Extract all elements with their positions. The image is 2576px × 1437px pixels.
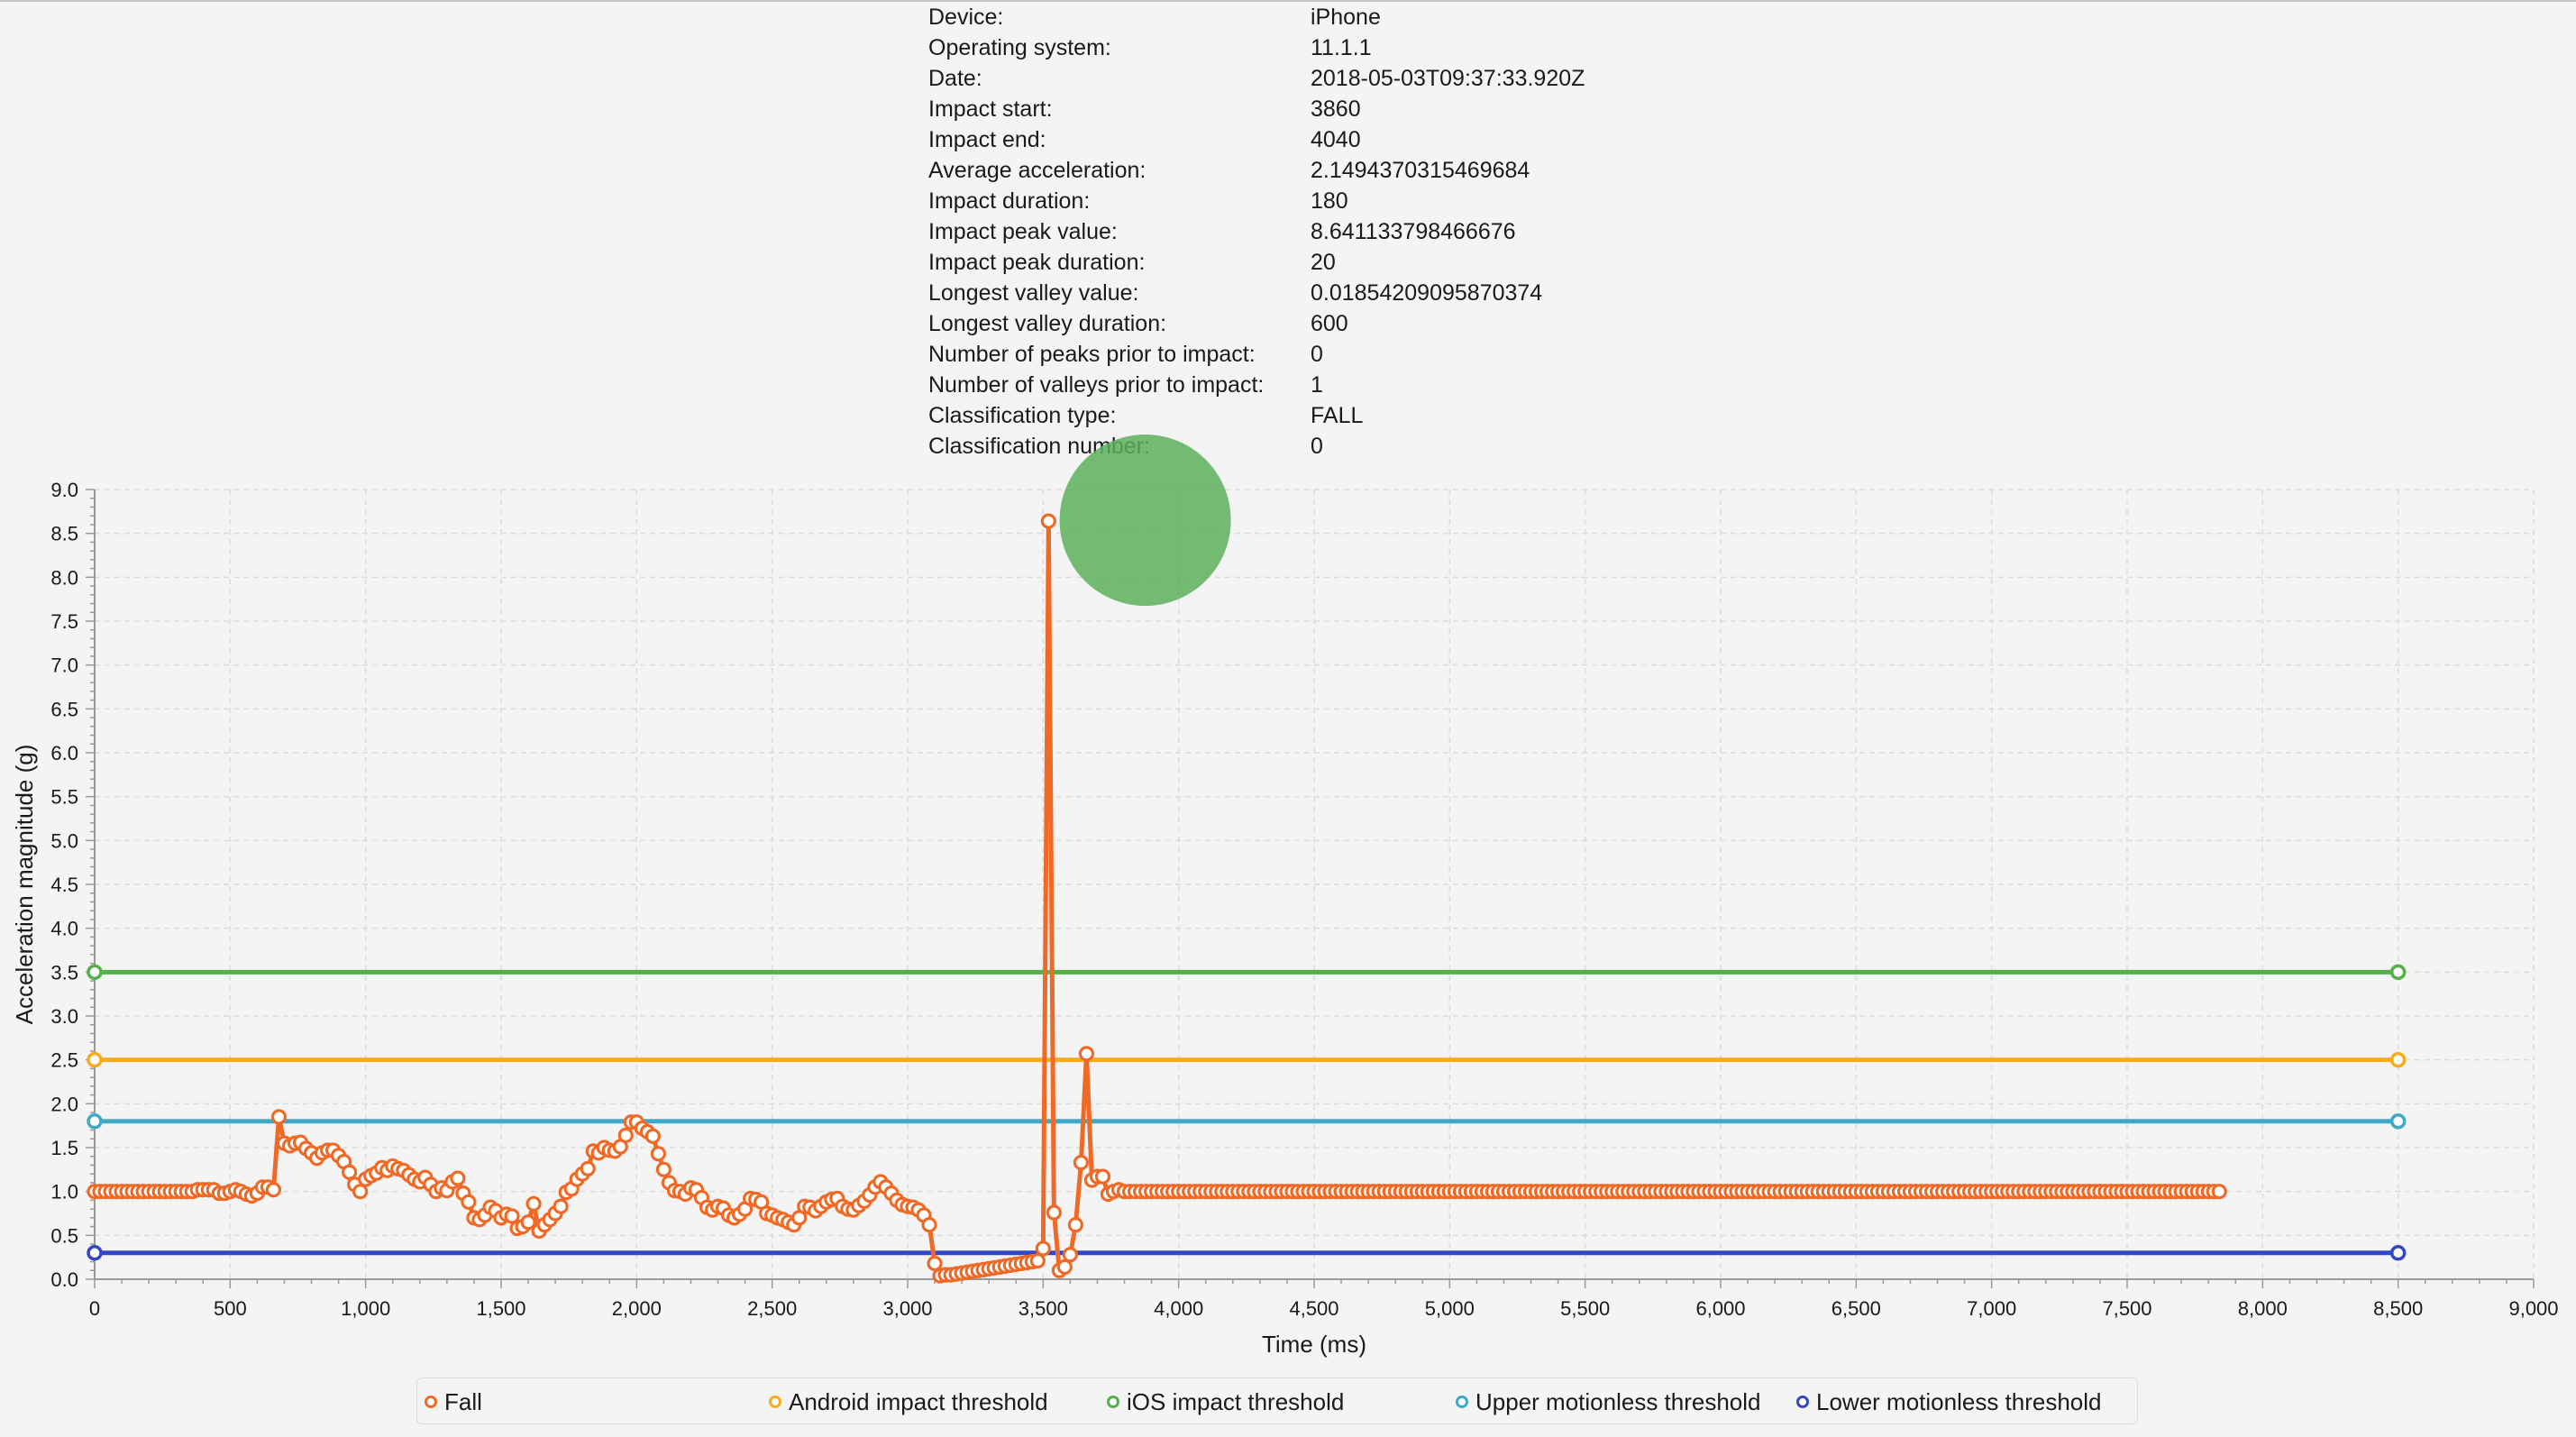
fall-data-point: [1040, 513, 1056, 529]
acceleration-chart: 0 500 1,000 1,500 2,000 2,500 3,000 3,500 4,000 4…: [11, 435, 2559, 1358]
threshold-point: [87, 1113, 103, 1130]
x-tick-label: 8,500: [2373, 1297, 2423, 1320]
fall-data-point: [1046, 1204, 1062, 1221]
threshold-point: [2389, 1051, 2407, 1068]
y-tick-label: 6.5: [50, 698, 78, 720]
legend-label: Android impact threshold: [789, 1387, 1048, 1415]
fall-data-point: [650, 1146, 666, 1162]
y-tick-label: 3.5: [50, 961, 78, 984]
y-tick-label: 7.0: [50, 654, 78, 677]
x-tick-label: 6,500: [1832, 1297, 1881, 1320]
x-tick-label: 1,500: [476, 1297, 525, 1320]
impact-peak-highlight: [1059, 435, 1231, 607]
x-tick-label: 9,000: [2508, 1297, 2558, 1320]
x-tick-label: 0: [89, 1297, 100, 1320]
x-tick-label: 5,500: [1560, 1297, 1610, 1320]
fall-data-point: [1035, 1240, 1051, 1257]
fall-data-point: [461, 1194, 477, 1210]
x-tick-label: 7,500: [2102, 1297, 2151, 1320]
legend-marker-icon: [1796, 1396, 1809, 1408]
fall-data-point: [921, 1217, 937, 1233]
y-axis-title: Acceleration magnitude (g): [11, 745, 38, 1025]
fall-data-point: [1067, 1217, 1084, 1233]
legend-marker-icon: [425, 1396, 437, 1408]
fall-data-point: [1062, 1247, 1079, 1263]
threshold-point: [2389, 1113, 2407, 1130]
fall-data-point: [525, 1195, 542, 1212]
x-tick-label: 7,000: [1967, 1297, 2016, 1320]
threshold-point: [87, 1245, 103, 1261]
y-tick-label: 5.5: [50, 786, 78, 809]
legend-item[interactable]: Fall: [425, 1378, 482, 1425]
fall-data-point: [2211, 1184, 2227, 1200]
fall-data-point: [352, 1184, 369, 1200]
fall-data-point: [580, 1160, 596, 1176]
legend-item[interactable]: iOS impact threshold: [1107, 1378, 1344, 1425]
threshold-point: [87, 964, 103, 981]
fall-data-point: [1029, 1252, 1046, 1269]
fall-data-point: [1094, 1168, 1111, 1185]
fall-data-point: [553, 1198, 569, 1214]
x-tick-label: 8,000: [2238, 1297, 2288, 1320]
legend-label: iOS impact threshold: [1127, 1387, 1345, 1415]
x-tick-label: 2,000: [612, 1297, 662, 1320]
legend-label: Upper motionless threshold: [1475, 1387, 1761, 1415]
fall-data-point: [342, 1164, 358, 1180]
fall-data-point: [927, 1255, 943, 1272]
y-tick-label: 1.0: [50, 1181, 78, 1204]
threshold-point: [2389, 1245, 2407, 1261]
y-tick-label: 8.0: [50, 566, 78, 589]
y-tick-label: 0.5: [50, 1224, 78, 1247]
threshold-point: [2389, 964, 2407, 981]
fall-data-point: [520, 1214, 536, 1231]
threshold-point: [87, 1051, 103, 1068]
y-tick-label: 3.0: [50, 1005, 78, 1028]
fall-data-point: [1078, 1046, 1095, 1062]
x-tick-label: 4,000: [1154, 1297, 1203, 1320]
legend-label: Fall: [444, 1387, 482, 1415]
fall-data-point: [504, 1208, 520, 1224]
y-tick-label: 2.5: [50, 1049, 78, 1072]
legend-item[interactable]: Upper motionless threshold: [1456, 1378, 1761, 1425]
y-tick-label: 0.0: [50, 1268, 78, 1291]
legend-item[interactable]: Android impact threshold: [769, 1378, 1048, 1425]
fall-data-point: [265, 1182, 282, 1198]
legend-label: Lower motionless threshold: [1816, 1387, 2102, 1415]
y-tick-label: 8.5: [50, 523, 78, 545]
fall-data-point: [617, 1127, 634, 1143]
y-tick-label: 7.5: [50, 610, 78, 633]
fall-series-line: [95, 518, 2220, 1278]
fall-data-point: [644, 1128, 661, 1144]
fall-data-point: [1056, 1259, 1073, 1275]
y-tick-label: 6.0: [50, 742, 78, 764]
y-tick-label: 9.0: [50, 479, 78, 501]
x-tick-label: 6,000: [1695, 1297, 1745, 1320]
x-tick-label: 5,000: [1425, 1297, 1475, 1320]
y-tick-label: 1.5: [50, 1137, 78, 1159]
x-tick-label: 1,000: [341, 1297, 390, 1320]
y-tick-label: 4.0: [50, 918, 78, 940]
y-tick-label: 5.0: [50, 829, 78, 852]
x-tick-label: 3,000: [882, 1297, 932, 1320]
fall-data-point: [450, 1170, 466, 1186]
x-tick-label: 500: [214, 1297, 247, 1320]
x-tick-label: 4,500: [1289, 1297, 1338, 1320]
chart-legend: Fall Android impact threshold iOS impact t…: [416, 1378, 2138, 1424]
y-tick-label: 2.0: [50, 1093, 78, 1115]
fall-data-point: [655, 1161, 672, 1177]
fall-data-point: [1073, 1154, 1090, 1171]
y-tick-label: 4.5: [50, 874, 78, 896]
legend-marker-icon: [1456, 1396, 1468, 1408]
legend-marker-icon: [1107, 1396, 1119, 1408]
x-axis-title: Time (ms): [1262, 1331, 1366, 1358]
legend-item[interactable]: Lower motionless threshold: [1796, 1378, 2102, 1425]
x-tick-label: 2,500: [747, 1297, 797, 1320]
x-tick-label: 3,500: [1019, 1297, 1068, 1320]
fall-data-point: [270, 1109, 288, 1125]
legend-marker-icon: [769, 1396, 781, 1408]
